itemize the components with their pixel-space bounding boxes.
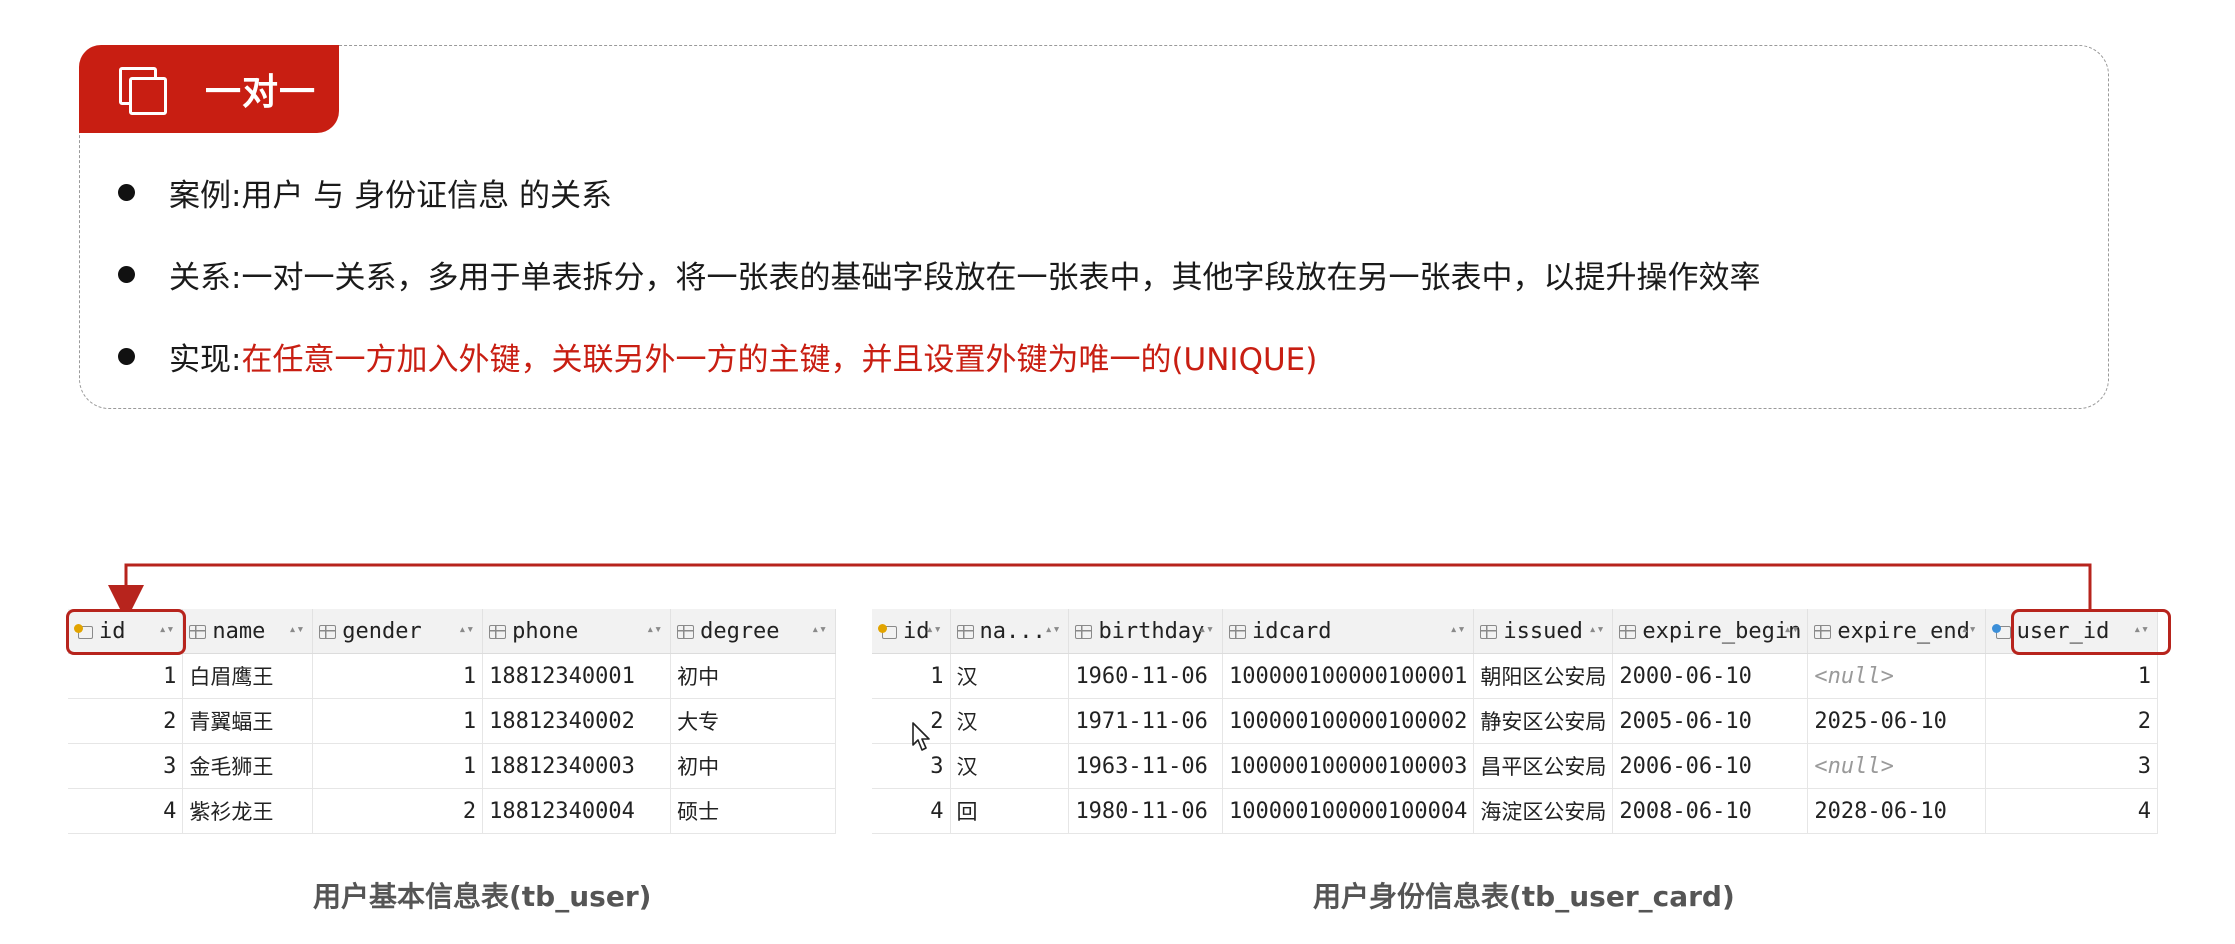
column-icon bbox=[319, 624, 337, 639]
cell-id[interactable]: 2 bbox=[68, 698, 184, 744]
tb-user-card-caption: 用户身份信息表(tb_user_card) bbox=[1313, 880, 1735, 913]
cell-id[interactable]: 3 bbox=[68, 743, 184, 789]
column-header-idcard[interactable]: idcard ▴▾ bbox=[1222, 609, 1475, 654]
cell-nation[interactable]: 汉 bbox=[950, 743, 1070, 789]
column-icon bbox=[1814, 624, 1832, 639]
cell-nation[interactable]: 汉 bbox=[950, 653, 1070, 699]
cell-birthday[interactable]: 1980-11-06 bbox=[1068, 788, 1223, 834]
cell-user-id[interactable]: 4 bbox=[1985, 788, 2159, 834]
cell-expire-end[interactable]: <null> bbox=[1807, 653, 1986, 699]
column-header-name[interactable]: name ▴▾ bbox=[182, 609, 314, 654]
cell-id[interactable]: 1 bbox=[872, 653, 951, 699]
cell-birthday[interactable]: 1971-11-06 bbox=[1068, 698, 1223, 744]
cell-gender[interactable]: 1 bbox=[312, 743, 484, 789]
cell-gender[interactable]: 2 bbox=[312, 788, 484, 834]
sort-arrows-icon[interactable]: ▴▾ bbox=[1450, 622, 1466, 637]
cell-id[interactable]: 1 bbox=[68, 653, 184, 699]
column-header-id[interactable]: id ▴▾ bbox=[872, 609, 951, 654]
column-icon bbox=[956, 624, 974, 639]
foreign-key-icon bbox=[1991, 623, 2012, 640]
mouse-cursor-icon bbox=[912, 722, 930, 751]
sort-arrows-icon[interactable]: ▴▾ bbox=[646, 622, 662, 637]
sort-arrows-icon[interactable]: ▴▾ bbox=[1961, 622, 1977, 637]
column-icon bbox=[1480, 624, 1498, 639]
column-header-expire-end[interactable]: expire_end ▴▾ bbox=[1807, 609, 1986, 654]
cell-idcard[interactable]: 100000100000100002 bbox=[1222, 698, 1475, 744]
sort-arrows-icon[interactable]: ▴▾ bbox=[1589, 622, 1605, 637]
cell-phone[interactable]: 18812340004 bbox=[482, 788, 672, 834]
cell-expire-begin[interactable]: 2006-06-10 bbox=[1612, 743, 1809, 789]
cell-name[interactable]: 白眉鹰王 bbox=[182, 653, 314, 699]
column-header-issued[interactable]: issued ▴▾ bbox=[1473, 609, 1614, 654]
cell-degree[interactable]: 初中 bbox=[670, 653, 836, 699]
tb-user-card-table: id ▴▾ na... ▴▾ birthday ▴▾ idcard ▴▾ issued ▴… bbox=[872, 609, 2159, 834]
sort-arrows-icon[interactable]: ▴▾ bbox=[1045, 622, 1061, 637]
cell-expire-end[interactable]: 2028-06-10 bbox=[1807, 788, 1986, 834]
column-header-gender[interactable]: gender ▴▾ bbox=[312, 609, 484, 654]
column-header-degree[interactable]: degree ▴▾ bbox=[670, 609, 836, 654]
cell-birthday[interactable]: 1960-11-06 bbox=[1068, 653, 1223, 699]
cell-expire-begin[interactable]: 2005-06-10 bbox=[1612, 698, 1809, 744]
cell-gender[interactable]: 1 bbox=[312, 653, 484, 699]
pk-highlight-box bbox=[66, 609, 186, 655]
cell-issued[interactable]: 海淀区公安局 bbox=[1473, 788, 1614, 834]
cell-idcard[interactable]: 100000100000100004 bbox=[1222, 788, 1475, 834]
tb-user-caption: 用户基本信息表(tb_user) bbox=[313, 880, 652, 913]
cell-degree[interactable]: 硕士 bbox=[670, 788, 836, 834]
cell-user-id[interactable]: 1 bbox=[1985, 653, 2159, 699]
cell-nation[interactable]: 回 bbox=[950, 788, 1070, 834]
sort-arrows-icon[interactable]: ▴▾ bbox=[289, 622, 305, 637]
sort-arrows-icon[interactable]: ▴▾ bbox=[1198, 622, 1214, 637]
sort-arrows-icon[interactable]: ▴▾ bbox=[811, 622, 827, 637]
cell-name[interactable]: 金毛狮王 bbox=[182, 743, 314, 789]
cell-issued[interactable]: 朝阳区公安局 bbox=[1473, 653, 1614, 699]
cell-phone[interactable]: 18812340002 bbox=[482, 698, 672, 744]
cell-expire-begin[interactable]: 2000-06-10 bbox=[1612, 653, 1809, 699]
cell-name[interactable]: 紫衫龙王 bbox=[182, 788, 314, 834]
table-row[interactable]: 1 汉 1960-11-06 100000100000100001 朝阳区公安局… bbox=[872, 653, 2159, 699]
cell-user-id[interactable]: 3 bbox=[1985, 743, 2159, 789]
primary-key-icon bbox=[878, 623, 898, 640]
column-header-expire-begin[interactable]: expire_begin ▴▾ bbox=[1612, 609, 1809, 654]
column-icon bbox=[1075, 624, 1093, 639]
table-row[interactable]: 1 白眉鹰王 1 18812340001 初中 bbox=[68, 653, 836, 699]
cell-degree[interactable]: 大专 bbox=[670, 698, 836, 744]
table-row[interactable]: 3 汉 1963-11-06 100000100000100003 昌平区公安局… bbox=[872, 743, 2159, 789]
table-row[interactable]: 4 紫衫龙王 2 18812340004 硕士 bbox=[68, 788, 836, 834]
cell-expire-end[interactable]: 2025-06-10 bbox=[1807, 698, 1986, 744]
cell-degree[interactable]: 初中 bbox=[670, 743, 836, 789]
cell-id[interactable]: 4 bbox=[872, 788, 951, 834]
cell-issued[interactable]: 静安区公安局 bbox=[1473, 698, 1614, 744]
cell-issued[interactable]: 昌平区公安局 bbox=[1473, 743, 1614, 789]
cell-birthday[interactable]: 1963-11-06 bbox=[1068, 743, 1223, 789]
column-header-phone[interactable]: phone ▴▾ bbox=[482, 609, 672, 654]
column-icon bbox=[677, 624, 695, 639]
sort-arrows-icon[interactable]: ▴▾ bbox=[926, 622, 942, 637]
column-header-birthday[interactable]: birthday ▴▾ bbox=[1068, 609, 1223, 654]
cell-expire-begin[interactable]: 2008-06-10 bbox=[1612, 788, 1809, 834]
column-icon bbox=[1619, 624, 1637, 639]
cell-name[interactable]: 青翼蝠王 bbox=[182, 698, 314, 744]
cell-nation[interactable]: 汉 bbox=[950, 698, 1070, 744]
sort-arrows-icon[interactable]: ▴▾ bbox=[1784, 622, 1800, 637]
column-icon bbox=[1228, 624, 1246, 639]
cell-gender[interactable]: 1 bbox=[312, 698, 484, 744]
column-icon bbox=[189, 624, 207, 639]
cell-phone[interactable]: 18812340003 bbox=[482, 743, 672, 789]
column-icon bbox=[489, 624, 507, 639]
cell-phone[interactable]: 18812340001 bbox=[482, 653, 672, 699]
column-header-nation[interactable]: na... ▴▾ bbox=[950, 609, 1070, 654]
table-row[interactable]: 3 金毛狮王 1 18812340003 初中 bbox=[68, 743, 836, 789]
cell-idcard[interactable]: 100000100000100003 bbox=[1222, 743, 1475, 789]
fk-highlight-box bbox=[2011, 609, 2171, 655]
cell-id[interactable]: 4 bbox=[68, 788, 184, 834]
sort-arrows-icon[interactable]: ▴▾ bbox=[459, 622, 475, 637]
table-row[interactable]: 4 回 1980-11-06 100000100000100004 海淀区公安局… bbox=[872, 788, 2159, 834]
table-header-row: id ▴▾ na... ▴▾ birthday ▴▾ idcard ▴▾ issued ▴… bbox=[872, 609, 2159, 654]
cell-expire-end[interactable]: <null> bbox=[1807, 743, 1986, 789]
table-row[interactable]: 2 汉 1971-11-06 100000100000100002 静安区公安局… bbox=[872, 698, 2159, 744]
cell-user-id[interactable]: 2 bbox=[1985, 698, 2159, 744]
cell-idcard[interactable]: 100000100000100001 bbox=[1222, 653, 1475, 699]
table-row[interactable]: 2 青翼蝠王 1 18812340002 大专 bbox=[68, 698, 836, 744]
